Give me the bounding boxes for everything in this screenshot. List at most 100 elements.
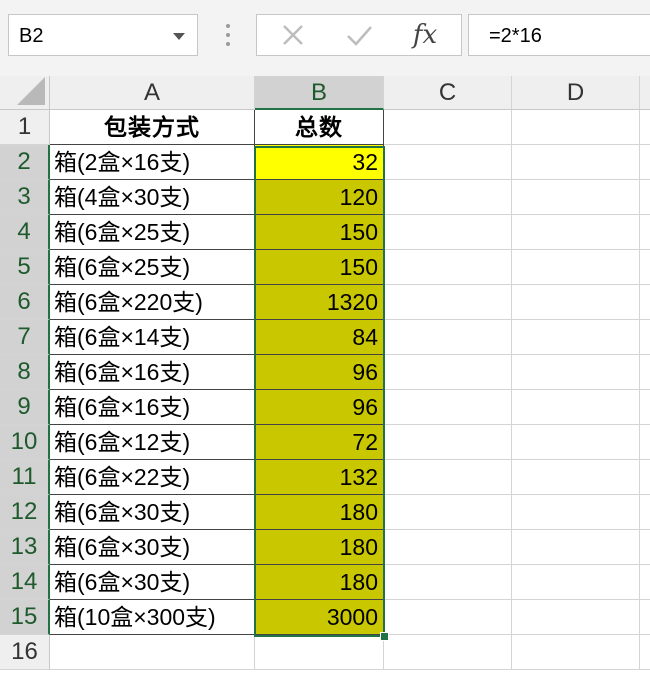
cell-c13[interactable] bbox=[384, 530, 512, 565]
cell-c15[interactable] bbox=[384, 600, 512, 635]
cell-c11[interactable] bbox=[384, 460, 512, 495]
cell-e6[interactable] bbox=[640, 285, 650, 320]
cell-a8[interactable]: 箱(6盒×16支) bbox=[50, 355, 255, 390]
column-header-a[interactable]: A bbox=[50, 76, 255, 110]
select-all-button[interactable] bbox=[0, 76, 50, 110]
row-header-5[interactable]: 5 bbox=[0, 250, 50, 285]
cell-d9[interactable] bbox=[512, 390, 640, 425]
row-header-12[interactable]: 12 bbox=[0, 495, 50, 530]
cell-e8[interactable] bbox=[640, 355, 650, 390]
cell-a6[interactable]: 箱(6盒×220支) bbox=[50, 285, 255, 320]
row-header-15[interactable]: 15 bbox=[0, 600, 50, 635]
row-header-13[interactable]: 13 bbox=[0, 530, 50, 565]
cell-d1[interactable] bbox=[512, 110, 640, 145]
cell-b1[interactable]: 总数 bbox=[255, 110, 384, 145]
cell-b8[interactable]: 96 bbox=[255, 355, 384, 390]
row-header-14[interactable]: 14 bbox=[0, 565, 50, 600]
cell-b12[interactable]: 180 bbox=[255, 495, 384, 530]
cell-a3[interactable]: 箱(4盒×30支) bbox=[50, 180, 255, 215]
row-header-6[interactable]: 6 bbox=[0, 285, 50, 320]
cell-e10[interactable] bbox=[640, 425, 650, 460]
cell-c8[interactable] bbox=[384, 355, 512, 390]
row-header-10[interactable]: 10 bbox=[0, 425, 50, 460]
cell-a15[interactable]: 箱(10盒×300支) bbox=[50, 600, 255, 635]
row-header-7[interactable]: 7 bbox=[0, 320, 50, 355]
formula-input[interactable]: =2*16 bbox=[468, 14, 650, 56]
cell-d15[interactable] bbox=[512, 600, 640, 635]
cell-e5[interactable] bbox=[640, 250, 650, 285]
cell-b14[interactable]: 180 bbox=[255, 565, 384, 600]
row-header-4[interactable]: 4 bbox=[0, 215, 50, 250]
enter-button[interactable] bbox=[331, 15, 387, 55]
cell-c9[interactable] bbox=[384, 390, 512, 425]
cell-a2[interactable]: 箱(2盒×16支) bbox=[50, 145, 255, 180]
cell-a11[interactable]: 箱(6盒×22支) bbox=[50, 460, 255, 495]
cell-c7[interactable] bbox=[384, 320, 512, 355]
cell-b6[interactable]: 1320 bbox=[255, 285, 384, 320]
cell-c16[interactable] bbox=[384, 635, 512, 670]
cell-e15[interactable] bbox=[640, 600, 650, 635]
cell-c3[interactable] bbox=[384, 180, 512, 215]
row-header-8[interactable]: 8 bbox=[0, 355, 50, 390]
cell-e2[interactable] bbox=[640, 145, 650, 180]
cell-e1[interactable] bbox=[640, 110, 650, 145]
cell-d13[interactable] bbox=[512, 530, 640, 565]
cell-d2[interactable] bbox=[512, 145, 640, 180]
cell-a7[interactable]: 箱(6盒×14支) bbox=[50, 320, 255, 355]
cell-c4[interactable] bbox=[384, 215, 512, 250]
cell-e11[interactable] bbox=[640, 460, 650, 495]
cell-b9[interactable]: 96 bbox=[255, 390, 384, 425]
cell-c5[interactable] bbox=[384, 250, 512, 285]
fill-handle[interactable] bbox=[380, 632, 389, 641]
cell-b16[interactable] bbox=[255, 635, 384, 670]
insert-function-button[interactable]: fx bbox=[397, 15, 453, 55]
cell-e13[interactable] bbox=[640, 530, 650, 565]
column-header-d[interactable]: D bbox=[512, 76, 640, 110]
cell-d11[interactable] bbox=[512, 460, 640, 495]
cell-a1[interactable]: 包装方式 bbox=[50, 110, 255, 145]
cell-c2[interactable] bbox=[384, 145, 512, 180]
row-header-11[interactable]: 11 bbox=[0, 460, 50, 495]
cell-b5[interactable]: 150 bbox=[255, 250, 384, 285]
cell-a16[interactable] bbox=[50, 635, 255, 670]
cell-a5[interactable]: 箱(6盒×25支) bbox=[50, 250, 255, 285]
row-header-16[interactable]: 16 bbox=[0, 635, 50, 670]
cell-e16[interactable] bbox=[640, 635, 650, 670]
cell-e7[interactable] bbox=[640, 320, 650, 355]
cell-b13[interactable]: 180 bbox=[255, 530, 384, 565]
cell-d6[interactable] bbox=[512, 285, 640, 320]
column-header-e[interactable] bbox=[640, 76, 650, 110]
cell-d4[interactable] bbox=[512, 215, 640, 250]
cell-a13[interactable]: 箱(6盒×30支) bbox=[50, 530, 255, 565]
row-header-9[interactable]: 9 bbox=[0, 390, 50, 425]
cell-a9[interactable]: 箱(6盒×16支) bbox=[50, 390, 255, 425]
drag-handle-icon[interactable] bbox=[226, 24, 230, 50]
cell-a12[interactable]: 箱(6盒×30支) bbox=[50, 495, 255, 530]
cell-a4[interactable]: 箱(6盒×25支) bbox=[50, 215, 255, 250]
cell-d10[interactable] bbox=[512, 425, 640, 460]
cell-d8[interactable] bbox=[512, 355, 640, 390]
cell-b10[interactable]: 72 bbox=[255, 425, 384, 460]
chevron-down-icon[interactable] bbox=[173, 33, 185, 40]
cell-d16[interactable] bbox=[512, 635, 640, 670]
cell-b2[interactable]: 32 bbox=[255, 145, 384, 180]
cell-e4[interactable] bbox=[640, 215, 650, 250]
cell-b7[interactable]: 84 bbox=[255, 320, 384, 355]
cell-b15[interactable]: 3000 bbox=[255, 600, 384, 635]
cell-b4[interactable]: 150 bbox=[255, 215, 384, 250]
cell-c12[interactable] bbox=[384, 495, 512, 530]
cell-d7[interactable] bbox=[512, 320, 640, 355]
cell-d5[interactable] bbox=[512, 250, 640, 285]
cell-b11[interactable]: 132 bbox=[255, 460, 384, 495]
cell-d14[interactable] bbox=[512, 565, 640, 600]
row-header-1[interactable]: 1 bbox=[0, 110, 50, 145]
cell-c1[interactable] bbox=[384, 110, 512, 145]
cell-d12[interactable] bbox=[512, 495, 640, 530]
row-header-3[interactable]: 3 bbox=[0, 180, 50, 215]
cell-e12[interactable] bbox=[640, 495, 650, 530]
cancel-button[interactable] bbox=[265, 15, 321, 55]
column-header-b[interactable]: B bbox=[255, 76, 384, 110]
cell-c6[interactable] bbox=[384, 285, 512, 320]
column-header-c[interactable]: C bbox=[384, 76, 512, 110]
cell-c14[interactable] bbox=[384, 565, 512, 600]
